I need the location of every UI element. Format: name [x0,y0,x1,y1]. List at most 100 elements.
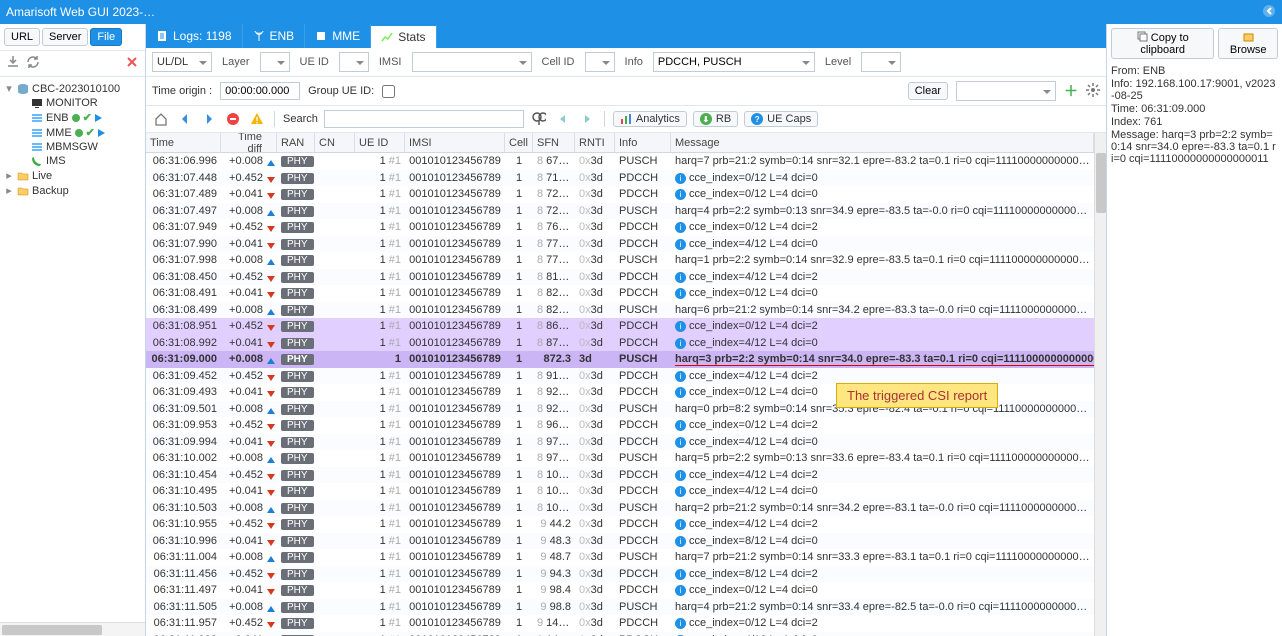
rb-button[interactable]: ⬇RB [693,111,738,127]
table-row[interactable]: 06:31:11.004+0.008PHY1 #1001010123456789… [146,549,1094,566]
imsi-combo[interactable] [412,52,532,72]
table-row[interactable]: 06:31:07.949+0.452PHY1 #1001010123456789… [146,219,1094,236]
titlebar: Amarisoft Web GUI 2023-… [0,0,1282,24]
uecaps-label: UE Caps [767,113,811,125]
table-row[interactable]: 06:31:11.505+0.008PHY1 #1001010123456789… [146,599,1094,616]
cellid-combo[interactable] [585,52,615,72]
table-row[interactable]: 06:31:11.456+0.452PHY1 #1001010123456789… [146,566,1094,583]
table-row[interactable]: 06:31:07.489+0.041PHY1 #1001010123456789… [146,186,1094,203]
v-scrollbar[interactable] [1094,133,1106,636]
copy-button[interactable]: Copy to clipboard [1111,28,1214,59]
imsi-label: IMSI [379,56,402,68]
h-scrollbar[interactable] [0,622,145,636]
left-toolbar-2 [0,51,145,77]
table-row[interactable]: 06:31:09.452+0.452PHY1 #1001010123456789… [146,368,1094,385]
separator [604,111,605,127]
h-scroll-thumb[interactable] [2,625,102,635]
tree-item[interactable]: ▸Backup [0,183,145,198]
info-input[interactable] [658,56,800,68]
search-icon[interactable] [530,110,548,128]
clear-button[interactable]: Clear [908,82,948,100]
info-combo[interactable] [653,52,815,72]
gear-icon[interactable] [1086,83,1100,100]
uldl-combo[interactable]: UL/DL [152,52,212,72]
col-header[interactable]: RAN [277,133,315,152]
table-row[interactable]: 06:31:07.497+0.008PHY1 #1001010123456789… [146,203,1094,220]
table-row[interactable]: 06:31:09.000+0.008PHY1 0010101234567891 … [146,351,1094,368]
level-combo[interactable] [861,52,901,72]
tree-item[interactable]: ENB ✔ [0,110,145,125]
col-header[interactable]: Info [615,133,671,152]
table-row[interactable]: 06:31:10.495+0.041PHY1 #1001010123456789… [146,483,1094,500]
table-row[interactable]: 06:31:07.448+0.452PHY1 #1001010123456789… [146,170,1094,187]
next-result-icon[interactable] [578,110,596,128]
refresh-icon[interactable] [26,55,40,72]
tab-enb[interactable]: ENB [243,24,306,48]
tab-mme[interactable]: MME [305,24,371,48]
table-row[interactable]: 06:31:11.998+0.041PHY1 #1001010123456789… [146,632,1094,636]
col-header[interactable]: Cell [505,133,533,152]
level-label: Level [825,56,851,68]
table-row[interactable]: 06:31:09.953+0.452PHY1 #1001010123456789… [146,417,1094,434]
error-icon[interactable] [224,110,242,128]
table-row[interactable]: 06:31:08.499+0.008PHY1 #1001010123456789… [146,302,1094,319]
col-header[interactable]: Message [671,133,1094,152]
col-header[interactable]: UE ID [355,133,405,152]
ueid-combo[interactable] [339,52,369,72]
table-row[interactable]: 06:31:08.491+0.041PHY1 #1001010123456789… [146,285,1094,302]
collapse-icon[interactable] [1262,4,1276,21]
time-origin-input[interactable] [220,82,300,100]
col-header[interactable]: IMSI [405,133,505,152]
tab-logs-[interactable]: Logs: 1198 [146,24,243,48]
table-row[interactable]: 06:31:10.996+0.041PHY1 #1001010123456789… [146,533,1094,550]
group-ue-checkbox[interactable] [382,85,395,98]
forward-icon[interactable] [200,110,218,128]
analytics-button[interactable]: Analytics [613,111,687,127]
table-row[interactable]: 06:31:08.450+0.452PHY1 #1001010123456789… [146,269,1094,286]
col-header[interactable]: Time diff [221,133,277,152]
table-row[interactable]: 06:31:10.503+0.008PHY1 #1001010123456789… [146,500,1094,517]
table-row[interactable]: 06:31:07.990+0.041PHY1 #1001010123456789… [146,236,1094,253]
table-row[interactable]: 06:31:10.955+0.452PHY1 #1001010123456789… [146,516,1094,533]
tree-item[interactable]: MONITOR [0,96,145,110]
search-input[interactable] [324,110,524,128]
table-row[interactable]: 06:31:08.992+0.041PHY1 #1001010123456789… [146,335,1094,352]
uecaps-button[interactable]: ?UE Caps [744,111,818,127]
separator [274,111,275,127]
table-row[interactable]: 06:31:07.998+0.008PHY1 #1001010123456789… [146,252,1094,269]
v-scroll-thumb[interactable] [1096,153,1106,213]
prev-result-icon[interactable] [554,110,572,128]
table-row[interactable]: 06:31:11.497+0.041PHY1 #1001010123456789… [146,582,1094,599]
table-row[interactable]: 06:31:10.002+0.008PHY1 #1001010123456789… [146,450,1094,467]
table-row[interactable]: 06:31:11.957+0.452PHY1 #1001010123456789… [146,615,1094,632]
col-header[interactable]: Time [146,133,221,152]
home-icon[interactable] [152,110,170,128]
tree-item[interactable]: ▾CBC-2023010100 [0,81,145,96]
server-button[interactable]: Server [42,28,88,46]
table-row[interactable]: 06:31:09.994+0.041PHY1 #1001010123456789… [146,434,1094,451]
plus-icon[interactable]: ＋ [1064,81,1078,101]
table-row[interactable]: 06:31:08.951+0.452PHY1 #1001010123456789… [146,318,1094,335]
file-button[interactable]: File [90,28,122,46]
tree-item[interactable]: MBMSGW [0,140,145,154]
delete-icon[interactable] [125,55,139,72]
tab-stats[interactable]: Stats [371,24,436,48]
col-header[interactable]: RNTI [575,133,615,152]
tree-item[interactable]: IMS [0,154,145,168]
tree-item[interactable]: MME ✔ [0,125,145,140]
warn-icon[interactable] [248,110,266,128]
tree-item[interactable]: ▸Live [0,168,145,183]
download-icon[interactable] [6,55,20,72]
col-header[interactable]: SFN [533,133,575,152]
layer-combo[interactable] [260,52,290,72]
clear-combo[interactable] [956,81,1056,101]
back-icon[interactable] [176,110,194,128]
analytics-label: Analytics [636,113,680,125]
table-row[interactable]: 06:31:10.454+0.452PHY1 #1001010123456789… [146,467,1094,484]
tree[interactable]: ▾CBC-2023010100MONITORENB ✔ MME ✔ MBMSGW… [0,77,145,622]
table-row[interactable]: 06:31:06.996+0.008PHY1 #1001010123456789… [146,153,1094,170]
log-grid[interactable]: TimeTime diffRANCNUE IDIMSICellSFNRNTIIn… [146,133,1094,636]
url-button[interactable]: URL [4,28,40,46]
browse-button[interactable]: Browse [1218,28,1278,59]
col-header[interactable]: CN [315,133,355,152]
